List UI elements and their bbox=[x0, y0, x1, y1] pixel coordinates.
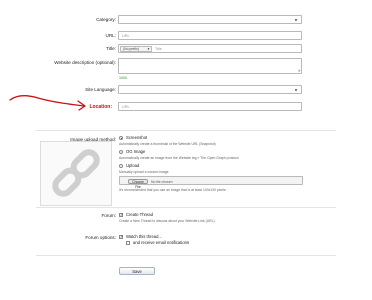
no-file-chosen-text: No file chosen bbox=[151, 179, 173, 184]
forum-label: Forum: bbox=[101, 213, 116, 218]
image-size-recommendation: It's recommended that you use an image t… bbox=[119, 188, 227, 192]
screenshot-help: Automatically create a thumbnail of the … bbox=[119, 142, 216, 146]
upload-option-label: Upload bbox=[126, 163, 140, 168]
og-image-radio[interactable] bbox=[119, 150, 123, 154]
create-thread-label: Create Thread bbox=[126, 212, 153, 217]
email-notifications-checkbox[interactable] bbox=[126, 241, 130, 245]
upload-help: Manually upload a custom image bbox=[119, 170, 169, 174]
watch-thread-label: Watch this thread... bbox=[126, 234, 162, 239]
file-upload-field[interactable]: Choose File No file chosen bbox=[119, 176, 303, 189]
choose-file-button[interactable]: Choose File bbox=[128, 178, 148, 189]
create-thread-help: Create a New Thread to discuss about you… bbox=[119, 219, 216, 223]
screenshot-radio[interactable] bbox=[119, 136, 123, 140]
section-divider bbox=[36, 207, 336, 208]
upload-radio[interactable] bbox=[119, 164, 123, 168]
thumbnail-preview bbox=[40, 141, 112, 206]
save-button[interactable]: Save bbox=[119, 267, 155, 275]
og-image-help: Automatically create an image from the W… bbox=[119, 156, 239, 160]
section-divider bbox=[36, 255, 336, 256]
section-divider bbox=[36, 130, 336, 131]
link-icon bbox=[52, 149, 100, 197]
screenshot-option-label: Screenshot bbox=[126, 135, 148, 140]
location-label: Location: bbox=[89, 104, 113, 110]
location-placeholder: URL bbox=[122, 104, 130, 109]
location-input[interactable]: URL bbox=[118, 102, 302, 111]
forum-options-label: Forum options: bbox=[85, 235, 116, 240]
create-thread-checkbox[interactable]: ✓ bbox=[119, 213, 123, 217]
watch-thread-checkbox[interactable]: ✓ bbox=[119, 235, 123, 239]
email-notifications-label: and receive email notifications bbox=[133, 240, 190, 245]
og-image-option-label: OG Image bbox=[126, 149, 146, 154]
